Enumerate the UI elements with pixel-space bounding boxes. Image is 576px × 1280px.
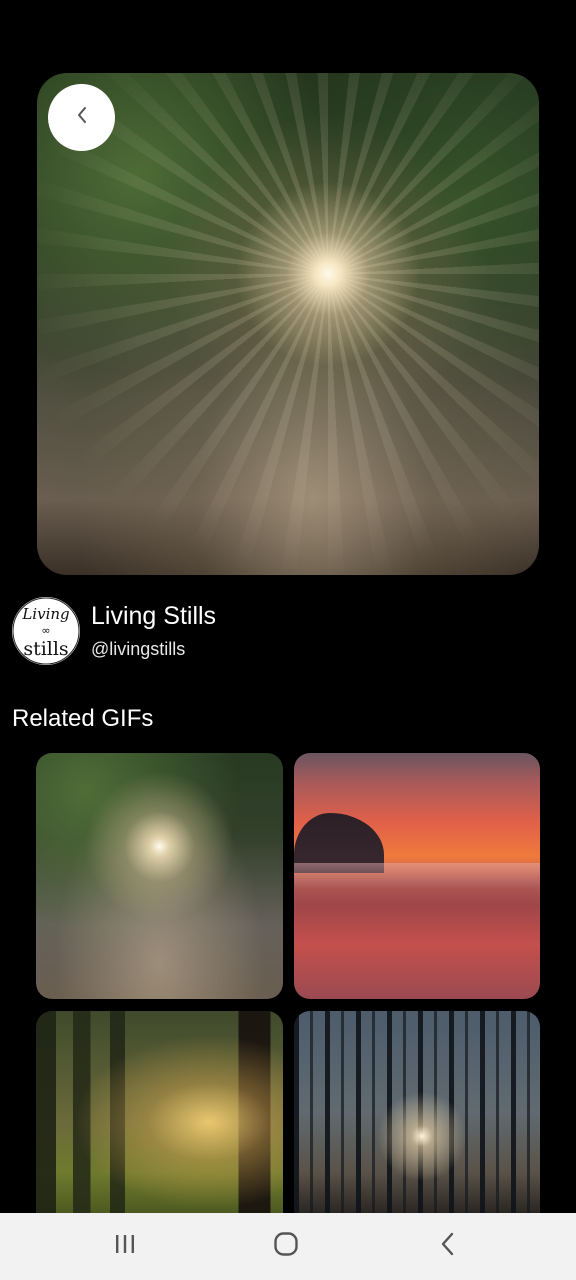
channel-name[interactable]: Living Stills [91, 602, 216, 631]
recents-button[interactable] [85, 1213, 165, 1280]
back-button[interactable] [48, 84, 115, 151]
channel-avatar[interactable]: Living ∞ stills [12, 597, 80, 665]
chevron-left-icon [74, 105, 90, 130]
hero-light-rays [37, 73, 539, 575]
related-gif-item[interactable] [36, 753, 283, 999]
svg-text:∞: ∞ [41, 624, 50, 637]
back-icon [439, 1232, 457, 1261]
home-icon [273, 1231, 299, 1262]
channel-handle[interactable]: @livingstills [91, 639, 185, 660]
related-gif-item[interactable] [294, 1011, 540, 1213]
system-navigation-bar [0, 1213, 576, 1280]
recents-icon [113, 1233, 137, 1260]
svg-text:Living: Living [21, 605, 69, 623]
system-back-button[interactable] [408, 1213, 488, 1280]
related-gif-item[interactable] [294, 753, 540, 999]
lake-mist [294, 863, 540, 889]
home-button[interactable] [246, 1213, 326, 1280]
related-gifs-title: Related GIFs [12, 705, 154, 732]
screen: Living ∞ stills Living Stills @livingsti… [0, 0, 576, 1280]
svg-text:stills: stills [23, 638, 68, 660]
hero-gif[interactable] [37, 73, 539, 575]
related-gif-item[interactable] [36, 1011, 283, 1213]
living-stills-logo: Living ∞ stills [12, 597, 80, 665]
